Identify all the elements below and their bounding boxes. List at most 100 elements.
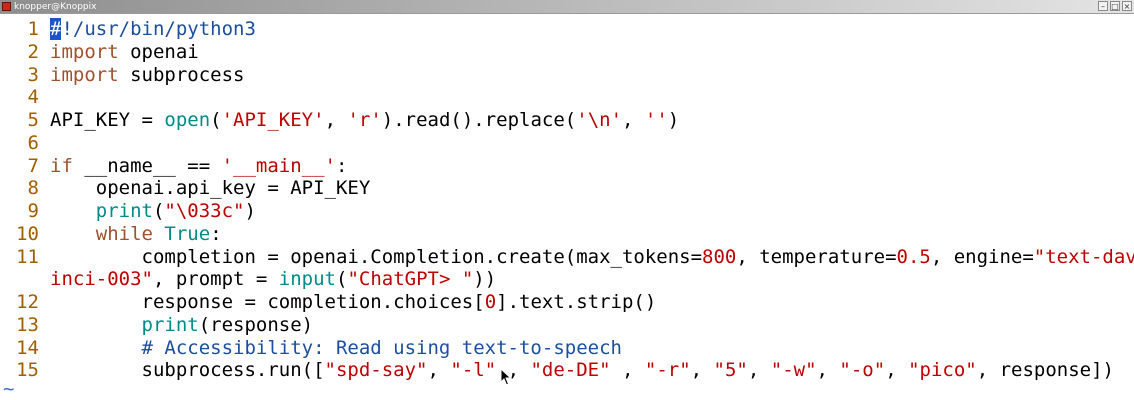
code-line[interactable]: 11 completion = openai.Completion.create… — [0, 246, 1134, 269]
line-number: 12 — [16, 291, 39, 313]
code-line[interactable]: 3 import subprocess — [0, 64, 1134, 87]
code-line[interactable]: inci-003", prompt = input("ChatGPT> ")) — [0, 268, 1134, 291]
code-token: "-w" — [770, 359, 817, 382]
vim-editor[interactable]: 1 #!/usr/bin/python3 2 import openai 3 import… — [0, 18, 1134, 382]
code-line[interactable]: 13 print(response) — [0, 314, 1134, 337]
code-token: , — [885, 359, 909, 382]
code-token: , — [747, 359, 771, 382]
code-token: , — [622, 109, 645, 131]
line-number: 3 — [27, 63, 39, 86]
text-cursor: # — [50, 18, 62, 40]
window-controls: – □ × — [1098, 1, 1132, 13]
code-line[interactable]: 7 if __name__ == '__main__': — [0, 155, 1134, 178]
line-number: 5 — [27, 109, 39, 131]
code-token: "ChatGPT> " — [347, 268, 474, 291]
code-line[interactable]: 14 # Accessibility: Read using text-to-s… — [0, 337, 1134, 360]
code-token: True — [164, 222, 211, 245]
line-number: 8 — [27, 177, 39, 200]
line-number: 7 — [27, 154, 39, 177]
code-token: "5" — [713, 359, 748, 382]
code-token: print — [95, 200, 153, 222]
code-token: , — [427, 359, 451, 382]
line-number: 9 — [27, 200, 39, 222]
code-token: , — [324, 109, 348, 131]
line-content: subprocess.run(["spd-say", "-l" , "de-DE… — [50, 359, 1115, 382]
close-button[interactable]: × — [1122, 1, 1132, 11]
code-token: "\033c" — [164, 200, 245, 222]
line-content: response = completion.choices[0].text.st… — [50, 291, 657, 314]
code-line[interactable]: 12 response = completion.choices[0].text… — [0, 291, 1134, 314]
code-token: "-o" — [839, 359, 886, 382]
code-token: ) — [244, 200, 256, 222]
line-content: openai.api_key = API_KEY — [50, 177, 371, 200]
code-token: , temperature= — [736, 245, 897, 268]
code-token: "de-DE" — [530, 359, 611, 382]
empty-line-marker: ~ — [3, 378, 15, 400]
code-token: "spd-say" — [324, 359, 428, 382]
line-number: 13 — [16, 313, 39, 336]
line-content: print(response) — [50, 313, 314, 337]
code-line[interactable]: 15 subprocess.run(["spd-say", "-l" , "de… — [0, 359, 1134, 382]
code-token: "-r" — [644, 359, 691, 382]
code-token: __name__ == — [72, 154, 222, 177]
line-number: 14 — [16, 336, 39, 359]
title-bar[interactable]: knopper@Knoppix – □ × — [0, 0, 1134, 14]
code-line[interactable]: 2 import openai — [0, 41, 1134, 64]
code-token: ).read().replace( — [381, 109, 577, 131]
maximize-button[interactable]: □ — [1110, 1, 1120, 11]
code-line[interactable]: 1 #!/usr/bin/python3 — [0, 18, 1134, 41]
code-token: ( — [336, 268, 348, 291]
line-content: #!/usr/bin/python3 — [50, 18, 256, 41]
code-token: print — [141, 313, 199, 336]
code-token: (response) — [198, 313, 314, 336]
code-token: openai — [118, 40, 199, 63]
code-token: , response]) — [976, 359, 1114, 382]
line-content: if __name__ == '__main__': — [50, 155, 347, 178]
code-token: response = completion.choices[ — [50, 291, 485, 313]
line-content: # Accessibility: Read using text-to-spee… — [50, 337, 622, 360]
code-token: ) — [667, 109, 680, 131]
line-number: 11 — [16, 245, 39, 268]
code-line[interactable]: 5 API_KEY = open('API_KEY', 'r').read().r… — [0, 109, 1134, 132]
line-content: inci-003", prompt = input("ChatGPT> ")) — [50, 268, 496, 291]
code-token: '__main__' — [221, 154, 336, 177]
code-token: input — [278, 268, 336, 291]
code-token: # Accessibility: Read using text-to-spee… — [50, 336, 622, 359]
code-token: ( — [152, 200, 165, 222]
minimize-button[interactable]: – — [1098, 1, 1108, 11]
line-content: import subprocess — [50, 64, 244, 87]
code-token: , — [816, 359, 840, 382]
code-line[interactable]: 6 — [0, 132, 1134, 155]
line-number: 2 — [27, 40, 39, 63]
code-token: "pico" — [908, 359, 977, 382]
code-token: subprocess — [118, 63, 245, 86]
code-token: open — [164, 109, 211, 131]
line-number: 10 — [16, 222, 39, 245]
code-token: , — [690, 359, 714, 382]
code-token: inci-003" — [50, 268, 153, 291]
code-token: , prompt = — [152, 268, 279, 291]
mouse-pointer-icon — [500, 368, 512, 386]
code-line[interactable]: 9 print("\033c") — [0, 200, 1134, 223]
code-token: import — [50, 40, 119, 63]
code-token: 0 — [484, 291, 497, 313]
code-token: "text-dav — [1033, 245, 1134, 268]
code-token: subprocess.run([ — [50, 359, 325, 382]
code-line[interactable]: 8 openai.api_key = API_KEY — [0, 177, 1134, 200]
code-token: 'r' — [347, 109, 382, 131]
code-token: )) — [473, 268, 497, 291]
code-token: import — [50, 63, 119, 86]
code-token: ].text.strip() — [496, 291, 657, 313]
code-token: 800 — [702, 245, 737, 268]
code-line[interactable]: 4 — [0, 86, 1134, 109]
code-token: '' — [644, 109, 668, 131]
line-content: API_KEY = open('API_KEY', 'r').read().re… — [50, 109, 679, 132]
line-content: while True: — [50, 223, 222, 246]
code-token: openai.api_key = API_KEY — [50, 177, 371, 200]
code-token: , engine= — [930, 245, 1034, 268]
code-token: '\n' — [576, 109, 623, 131]
code-line[interactable]: 10 while True: — [0, 223, 1134, 246]
